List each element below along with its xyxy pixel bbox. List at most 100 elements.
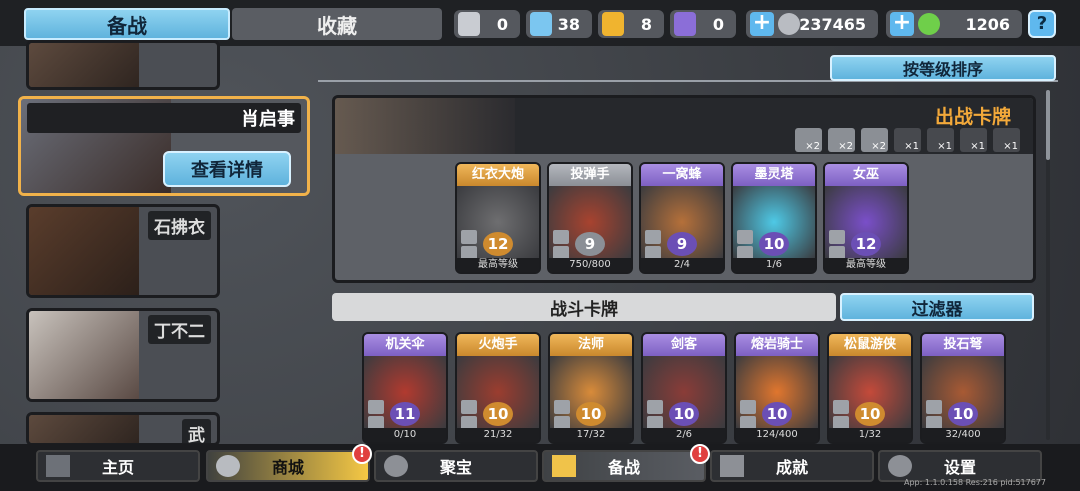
resource-purple-shield: 0 <box>670 10 736 38</box>
tab-prepare[interactable]: 备战 <box>24 8 230 40</box>
battle-card[interactable]: 机关伞 11 0/10 <box>362 332 448 444</box>
hero-card[interactable] <box>26 40 220 90</box>
card-name: 熔岩骑士 <box>736 334 818 356</box>
gear-icon <box>888 455 912 477</box>
coin-icon <box>778 13 800 35</box>
card-level: 12 <box>851 232 881 256</box>
nav-treasure[interactable]: 聚宝 <box>374 450 538 482</box>
card-name: 墨灵塔 <box>733 164 815 186</box>
coins-icon <box>216 455 240 477</box>
gold-shield-icon <box>602 12 624 36</box>
card-name: 一窝蜂 <box>641 164 723 186</box>
deck-card[interactable]: 女巫 12 最高等级 <box>823 162 909 274</box>
card-progress: 21/32 <box>457 428 539 442</box>
wall-icon <box>926 400 942 414</box>
card-name: 法师 <box>550 334 632 356</box>
helmet-slot-icon: ×1 <box>960 128 987 152</box>
nav-home[interactable]: 主页 <box>36 450 200 482</box>
battle-card[interactable]: 投石弩 10 32/400 <box>920 332 1006 444</box>
purple-shield-icon <box>674 12 696 36</box>
deck-title: 出战卡牌 <box>934 106 1011 128</box>
card-name: 火炮手 <box>457 334 539 356</box>
shop-notification-badge: ! <box>352 444 372 464</box>
hero-card[interactable]: 石拂衣 <box>26 204 220 298</box>
treasure-bowl-icon <box>384 455 408 477</box>
battle-card[interactable]: 熔岩骑士 10 124/400 <box>734 332 820 444</box>
filter-button[interactable]: 过滤器 <box>840 293 1034 321</box>
battle-card[interactable]: 法师 10 17/32 <box>548 332 634 444</box>
gem-icon <box>918 13 940 35</box>
card-progress: 最高等级 <box>457 258 539 272</box>
card-progress: 2/4 <box>641 258 723 272</box>
card-level: 10 <box>855 402 885 426</box>
hero-name: 石拂衣 <box>148 211 211 240</box>
cards-icon <box>552 455 576 477</box>
sort-by-level-button[interactable]: 按等级排序 <box>830 55 1056 81</box>
resource-value: 0 <box>496 14 508 34</box>
hero-portrait <box>29 415 139 443</box>
silver-shield-icon <box>458 12 480 36</box>
wall-icon <box>737 230 753 244</box>
resource-value: 1206 <box>965 14 1010 34</box>
nav-shop[interactable]: 商城 <box>206 450 370 482</box>
sword-icon <box>647 400 663 414</box>
battle-card[interactable]: 剑客 10 2/6 <box>641 332 727 444</box>
add-coins-button[interactable]: + <box>750 12 774 36</box>
sword-slot-icon: ×1 <box>894 128 921 152</box>
card-progress: 17/32 <box>550 428 632 442</box>
battle-cards-header: 战斗卡牌 <box>332 293 836 321</box>
nav-label: 主页 <box>101 458 134 477</box>
hero-banner <box>335 98 515 154</box>
card-progress: 最高等级 <box>825 258 907 272</box>
card-progress: 750/800 <box>549 258 631 272</box>
hero-card[interactable]: 丁不二 <box>26 308 220 402</box>
card-name: 松鼠游侠 <box>829 334 911 356</box>
card-level: 11 <box>390 402 420 426</box>
skull-icon <box>833 400 849 414</box>
tab-collection[interactable]: 收藏 <box>232 8 442 40</box>
hero-card-selected[interactable]: 肖启事 查看详情 <box>18 96 310 196</box>
sword-icon <box>554 400 570 414</box>
deck-header: 出战卡牌 ×2 ×2 ×2 ×1 ×1 ×1 ×1 <box>335 98 1033 154</box>
card-progress: 2/6 <box>643 428 725 442</box>
card-name: 投弹手 <box>549 164 631 186</box>
hero-portrait <box>29 207 139 295</box>
hero-card[interactable]: 武 <box>26 412 220 446</box>
scrollbar-thumb[interactable] <box>1046 90 1050 160</box>
resource-value: 8 <box>640 14 652 34</box>
hero-portrait <box>29 43 139 87</box>
person-slot-icon: ×1 <box>993 128 1020 152</box>
resource-silver-shield: 0 <box>454 10 520 38</box>
gear-icon <box>645 230 661 244</box>
card-name: 红衣大炮 <box>457 164 539 186</box>
nav-label: 商城 <box>271 458 304 477</box>
deck-card[interactable]: 投弹手 9 750/800 <box>547 162 633 274</box>
card-progress: 1/32 <box>829 428 911 442</box>
sword-icon <box>368 400 384 414</box>
home-icon <box>46 455 70 477</box>
skull-slot-icon: ×2 <box>861 128 888 152</box>
card-level: 10 <box>948 402 978 426</box>
resource-value: 237465 <box>799 14 866 34</box>
card-name: 投石弩 <box>922 334 1004 356</box>
deck-card[interactable]: 一窝蜂 9 2/4 <box>639 162 725 274</box>
help-button[interactable]: ? <box>1028 10 1056 38</box>
deck-card[interactable]: 墨灵塔 10 1/6 <box>731 162 817 274</box>
add-gems-button[interactable]: + <box>890 12 914 36</box>
card-progress: 124/400 <box>736 428 818 442</box>
hero-name: 丁不二 <box>148 315 211 344</box>
view-details-button[interactable]: 查看详情 <box>163 151 291 187</box>
resource-value: 38 <box>557 14 580 34</box>
nav-prepare[interactable]: 备战 <box>542 450 706 482</box>
deck-card[interactable]: 红衣大炮 12 最高等级 <box>455 162 541 274</box>
nav-label: 成就 <box>775 458 808 477</box>
burst-slot-icon: ×2 <box>828 128 855 152</box>
nav-achievement[interactable]: 成就 <box>710 450 874 482</box>
battle-card[interactable]: 松鼠游侠 10 1/32 <box>827 332 913 444</box>
card-progress: 1/6 <box>733 258 815 272</box>
card-name: 剑客 <box>643 334 725 356</box>
gear-slot-icon: ×1 <box>927 128 954 152</box>
battle-card[interactable]: 火炮手 10 21/32 <box>455 332 541 444</box>
card-level: 12 <box>483 232 513 256</box>
card-level: 10 <box>762 402 792 426</box>
